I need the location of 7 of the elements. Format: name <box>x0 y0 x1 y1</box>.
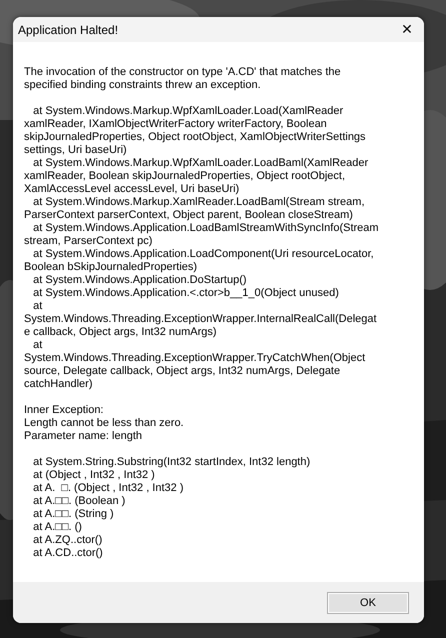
message-text: at System.String.Substring(Int32 startIndex, Int32 length) at (Object , Int32 , Int32 ) at A. □. (Object , Int32 , Int32 ) at A.□□. (Boolean ) at A.□□. (String ) at A.□□. () at A.ZQ..ctor() at A.CD..ctor() <box>32 456 312 560</box>
ok-button[interactable]: OK <box>327 592 409 614</box>
close-button[interactable]: ✕ <box>390 17 424 42</box>
message-text: Inner Exception: Length cannot be less than zero. Parameter name: length <box>24 404 185 443</box>
message-text: at System.Windows.Markup.WpfXamlLoader.Load(XamlReader xamlReader, IXamlObjectWriterFactory writerFactory, Boolean skipJournaledProperties, Object rootObject, XamlObjectWriterSettings settings, Uri baseUri) at System.Windows.Markup.WpfXamlLoader.LoadBaml(XamlReader xamlReader, Boolean skipJournaledProperties, Object rootObject, XamlAccessLevel accessLevel, Uri baseUri) at System.Windows.Markup.XamlReader.LoadBaml(Stream stream, ParserContext parserContext, Object parent, Boolean closeStream) at System.Windows.Application.LoadBamlStreamWithSyncInfo(Stream stream, ParserContext pc) at System.Windows.Application.LoadComponent(Uri resourceLocator, Boolean bSkipJournaledProperties) at System.Windows.Application.DoStartup() at System.Windows.Application.<.ctor>b__1_0(Object unused) at System.Windows.Threading.ExceptionWrapper.InternalRealCall(Delegat e callback, Object args, Int32 numArgs) at System.Windows.Threading.ExceptionWrapper.TryCatchWhen(Object source, Delegate callback, Object args, Int32 numArgs, Delegate catchHandler) <box>24 105 380 391</box>
window-title: Application Halted! <box>18 22 118 36</box>
message-text: The invocation of the constructor on type 'A.CD' that matches the specified binding constraints threw an exception. <box>24 66 342 92</box>
